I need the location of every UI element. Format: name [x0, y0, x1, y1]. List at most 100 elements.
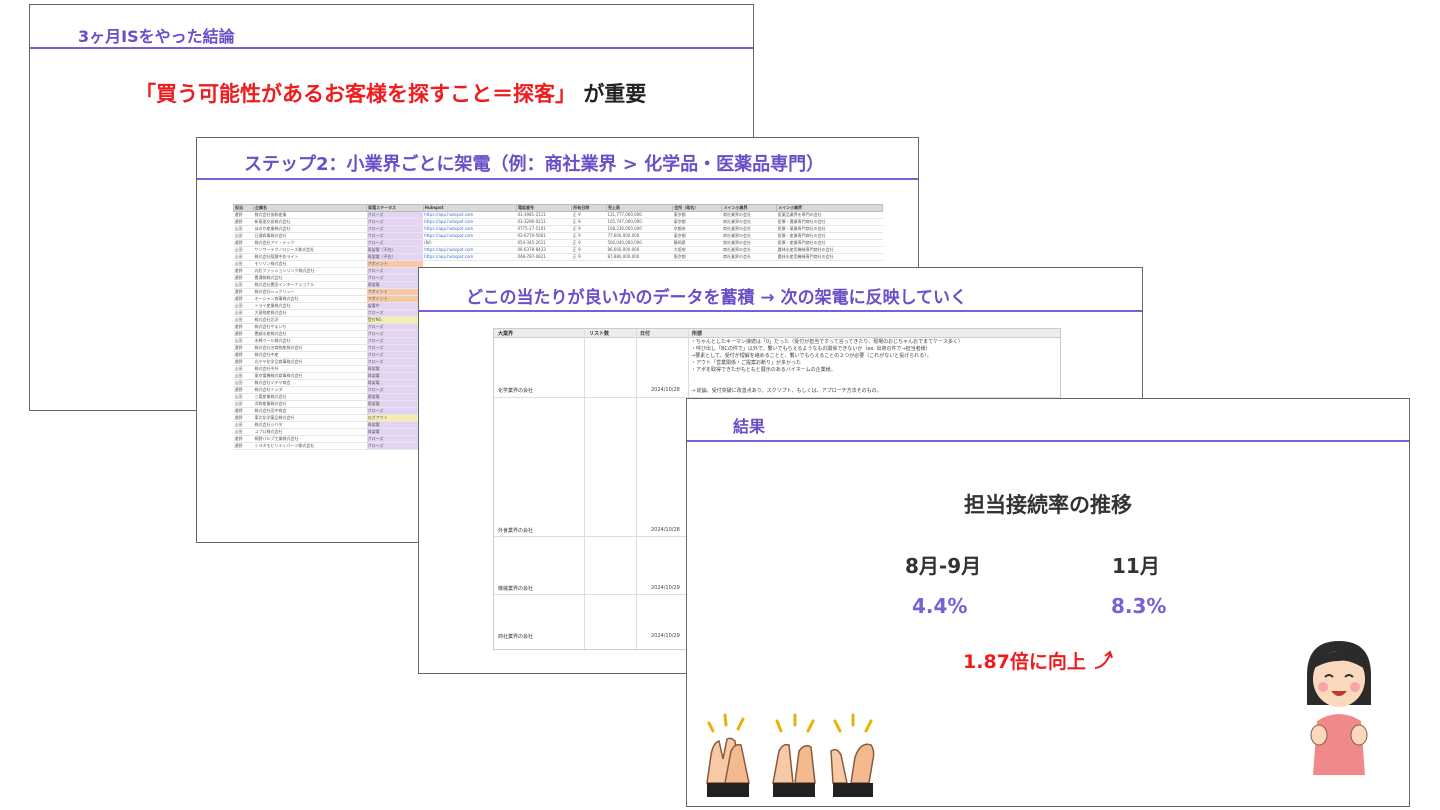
table-row: 遠野 株式会社アイ・テック クローズ (N/) 054-345-2611 正 9 500,0…	[233, 239, 883, 247]
table-cell: https://app.hubspot.com	[423, 218, 517, 226]
table-cell: 山田	[233, 316, 254, 324]
table-row: 遠野 新東亜交易株式会社 クローズ https://app.hubspot.com 03…	[233, 218, 883, 226]
industry-cell: 外食業界の会社	[498, 528, 534, 534]
note-line: ・アウト「営業関係・ご提案お断り」が多かった	[691, 360, 802, 366]
table-cell: 丸紅ファッションリンク株式会社	[253, 267, 367, 275]
table-cell: クローズ	[366, 358, 424, 366]
table-cell: 丸ヤヤ化学品商事株式会社	[253, 358, 367, 366]
headline-emphasis: 「買う可能性があるお客様を探すこと＝探客」	[135, 82, 576, 106]
table-cell: 静岡県	[672, 239, 722, 247]
table-cell: 株式会社アイ・テック	[253, 239, 367, 247]
table-cell: 三喜産業株式会社	[253, 393, 367, 401]
note-cell: → 総論、受付突破に改善点あり。スクリプト、もしくは、アプローチ方法そのもの。	[691, 388, 882, 394]
date-cell: 2024/10/29	[651, 585, 680, 591]
table-cell: 山田	[233, 225, 254, 233]
table-cell: アポイント	[366, 295, 424, 303]
table-cell: 商社業界の会社	[721, 232, 777, 240]
table-cell: 03-3286-0211	[516, 218, 572, 226]
table-cell: 山田	[233, 372, 254, 380]
table-cell: 京都府	[672, 225, 722, 233]
headline: 「買う可能性があるお客様を探すこと＝探客」 が重要	[135, 78, 646, 108]
column-header: リスト数	[589, 331, 610, 337]
table-cell: 正 9	[571, 211, 607, 219]
column-header: 架電ステータス	[366, 204, 424, 212]
date-cell: 2024/10/28	[651, 527, 680, 533]
table-cell: 株式会社シュクリュー	[253, 288, 367, 296]
column-header: メイン小業界	[721, 204, 778, 212]
table-cell: 医療・産業専門商社の会社	[776, 239, 883, 247]
table-cell: 株式会社シバタ	[253, 421, 367, 429]
column-divider	[636, 329, 637, 649]
table-cell: https://app.hubspot.com	[423, 232, 517, 240]
table-cell: ほのか産業株式会社	[253, 225, 367, 233]
table-cell: クローズ	[366, 211, 424, 219]
improvement-label: 1.87倍に向上	[963, 651, 1086, 673]
table-cell: 株式会社稲葉中佐ライト	[253, 253, 367, 261]
table-cell: 東北化学薬品株式会社	[253, 414, 367, 422]
table-cell: 商社業界の会社	[721, 211, 777, 219]
table-cell: トライ産業株式会社	[253, 302, 367, 310]
table-cell: 商社業界の会社	[721, 246, 777, 254]
industry-cell: 商社業界の会社	[498, 634, 534, 640]
table-cell: クローズ	[366, 344, 424, 352]
table-cell: モリリン株式会社	[253, 260, 367, 268]
column-header: 所感	[692, 331, 703, 337]
table-cell: クローズ	[366, 351, 424, 359]
table-cell: 再架電	[366, 281, 424, 289]
clapping-hands-icon	[706, 713, 750, 797]
table-cell: 86,660,000,000	[606, 246, 673, 254]
table-cell: 再架電	[366, 400, 424, 408]
table-cell: 遠野	[233, 323, 254, 331]
table-cell: 遠野	[233, 218, 254, 226]
table-cell: オーシャン商事株式会社	[253, 295, 367, 303]
column-header: 企業名	[253, 204, 368, 212]
table-cell: 大昌物産株式会社	[253, 309, 367, 317]
rate-after: 8.3%	[1111, 594, 1167, 618]
table-cell: 遠野	[233, 414, 254, 422]
table-cell: 医療・産業専門商社の会社	[776, 232, 883, 240]
column-header: 大業界	[498, 331, 514, 337]
table-cell: 商社業界の会社	[721, 225, 777, 233]
sheet-header-row: 大業界 リスト数 日付 所感	[494, 329, 1060, 338]
table-cell: 株式会社やまいち	[253, 323, 367, 331]
table-cell: 遠野	[233, 358, 254, 366]
column-header: メイン小業界	[776, 204, 883, 212]
title-divider	[197, 178, 918, 180]
table-cell: 医療・薬業専門商社の会社	[776, 225, 883, 233]
table-cell: 山田	[233, 302, 254, 310]
table-cell: 03-3981-2111	[516, 211, 572, 219]
table-cell: 山田	[233, 428, 254, 436]
table-cell: クローズ	[366, 218, 424, 226]
table-cell: 株式会社ツチヤ商会	[253, 379, 367, 387]
table-cell: 105,747,000,000	[606, 218, 673, 226]
column-header: 売上高	[605, 204, 674, 212]
title-divider	[419, 310, 1142, 312]
clapping-hands-icon	[830, 713, 875, 797]
table-cell: クローズ	[366, 232, 424, 240]
table-cell: 株式会社協和産業	[253, 211, 367, 219]
table-cell: 再架電	[366, 428, 424, 436]
note-line: ・ちゃんとしたキーマン接続は「0」だった（受付が担当ですって言ってきたり、現場の…	[691, 339, 963, 345]
table-cell: 木綿ウール株式会社	[253, 337, 367, 345]
table-cell: 遠野	[233, 330, 254, 338]
table-cell: 遠野	[233, 267, 254, 275]
table-cell: https://app.hubspot.com	[423, 211, 517, 219]
table-cell: 株式会社豊田インターナショナル	[253, 281, 367, 289]
table-cell: 87,880,000,000	[606, 253, 673, 261]
table-cell: クローズ	[366, 337, 424, 345]
table-cell: アポイント	[366, 260, 424, 268]
table-cell: 131,777,000,000	[606, 211, 673, 219]
table-cell: クローズ	[366, 407, 424, 415]
table-cell: 山田	[233, 309, 254, 317]
table-cell: 遠野	[233, 407, 254, 415]
clapping-hands-icon	[772, 713, 816, 797]
table-cell: 500,040,000,000	[606, 239, 673, 247]
table-cell: 株式会社北沢	[253, 316, 367, 324]
table-cell: 架電中	[366, 302, 424, 310]
date-cell: 2024/10/29	[651, 633, 680, 639]
table-cell: 遠野	[233, 211, 254, 219]
column-divider	[584, 329, 585, 649]
table-cell: 東京都	[672, 218, 722, 226]
table-cell: 株式会社中外	[253, 365, 367, 373]
table-cell: 遠野	[233, 435, 254, 443]
